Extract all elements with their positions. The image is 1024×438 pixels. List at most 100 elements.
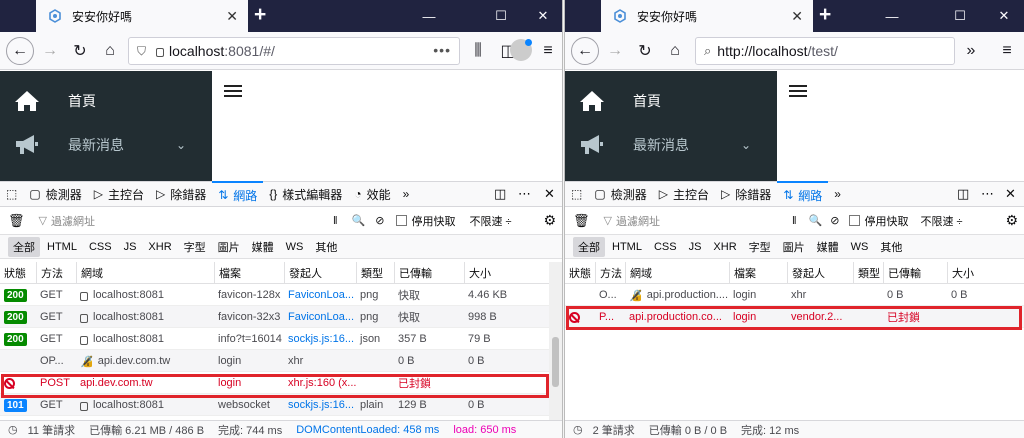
filter-button[interactable]: CSS: [84, 239, 117, 255]
page-actions-icon[interactable]: •••: [433, 42, 451, 58]
table-row[interactable]: 200 GET localhost:8081 favicon-32x3 FaviconL…: [0, 306, 562, 328]
trash-icon[interactable]: 🗑: [8, 213, 25, 229]
filter-button[interactable]: JS: [684, 239, 707, 255]
table-row[interactable]: O... 🔏 api.production.... login xhr 0 B 0 B: [565, 284, 1024, 306]
close-devtools-icon[interactable]: ✕: [544, 186, 555, 202]
browser-tab[interactable]: 安安你好嗎 ✕: [601, 0, 813, 32]
browser-tab[interactable]: 安安你好嗎 ✕: [36, 0, 248, 32]
account-avatar-icon[interactable]: [510, 39, 532, 61]
settings-gear-icon[interactable]: ⚙: [1005, 212, 1018, 229]
filter-button[interactable]: CSS: [649, 239, 682, 255]
tab-style-editor[interactable]: {} 樣式編輯器: [263, 181, 348, 207]
element-picker-icon[interactable]: ⬚: [565, 181, 588, 207]
settings-gear-icon[interactable]: ⚙: [543, 212, 556, 229]
tab-inspector[interactable]: ▢ 檢測器: [23, 181, 87, 207]
sidebar-item-news[interactable]: 最新消息 ⌄: [0, 123, 212, 167]
filter-button[interactable]: 字型: [744, 237, 776, 257]
column-header[interactable]: 發起人: [284, 262, 356, 284]
tab-console[interactable]: ▷ 主控台: [653, 181, 715, 207]
tab-network[interactable]: ⇅ 網路: [777, 181, 829, 207]
maximize-icon[interactable]: ☐: [937, 0, 983, 32]
table-row[interactable]: OP... 🔏 api.dev.com.tw login xhr 0 B 0 B: [0, 350, 562, 372]
options-icon[interactable]: ⋯: [518, 186, 531, 202]
tab-debugger[interactable]: ▷ 除錯器: [150, 181, 212, 207]
filter-button[interactable]: XHR: [708, 239, 741, 255]
filter-button[interactable]: WS: [281, 239, 309, 255]
element-picker-icon[interactable]: ⬚: [0, 181, 23, 207]
scrollbar-thumb[interactable]: [552, 337, 559, 387]
column-header[interactable]: 狀態: [565, 262, 595, 284]
filter-button[interactable]: 圖片: [778, 237, 810, 257]
column-header[interactable]: 檔案: [729, 262, 787, 284]
filter-button[interactable]: JS: [119, 239, 142, 255]
block-icon[interactable]: ⊘: [375, 214, 384, 227]
column-header[interactable]: 檔案: [214, 262, 284, 284]
pause-icon[interactable]: ‖: [333, 215, 338, 227]
filter-button[interactable]: 圖片: [213, 237, 245, 257]
filter-button[interactable]: WS: [846, 239, 874, 255]
filter-button[interactable]: 媒體: [812, 237, 844, 257]
column-header[interactable]: 已傳輸: [883, 262, 947, 284]
pause-icon[interactable]: ‖: [792, 215, 797, 227]
more-tabs-icon[interactable]: »: [397, 181, 416, 207]
page-info-icon[interactable]: [156, 47, 165, 57]
forward-arrow-icon[interactable]: →: [36, 37, 64, 65]
column-header[interactable]: 類型: [853, 262, 883, 284]
hamburger-menu-icon[interactable]: [789, 85, 807, 99]
new-tab-icon[interactable]: +: [254, 3, 266, 27]
column-header[interactable]: 發起人: [787, 262, 853, 284]
hamburger-menu-icon[interactable]: [224, 85, 242, 99]
menu-icon[interactable]: ≡: [993, 37, 1021, 65]
filter-button[interactable]: 全部: [573, 236, 605, 257]
tab-close-icon[interactable]: ✕: [226, 8, 238, 25]
home-icon[interactable]: ⌂: [661, 37, 689, 65]
tab-inspector[interactable]: ▢ 檢測器: [588, 181, 652, 207]
tab-debugger[interactable]: ▷ 除錯器: [715, 181, 777, 207]
reload-icon[interactable]: ↻: [631, 37, 659, 65]
scrollbar[interactable]: [549, 262, 562, 420]
column-header[interactable]: 網域: [625, 262, 729, 284]
column-header[interactable]: 已傳輸: [394, 262, 464, 284]
tab-network[interactable]: ⇅ 網路: [212, 181, 264, 207]
column-header[interactable]: 方法: [36, 262, 76, 284]
block-icon[interactable]: ⊘: [830, 214, 839, 227]
column-header[interactable]: 狀態: [0, 262, 36, 284]
new-tab-icon[interactable]: +: [819, 3, 831, 27]
throttle-select[interactable]: 不限速 ÷: [469, 213, 511, 229]
tab-console[interactable]: ▷ 主控台: [88, 181, 150, 207]
home-icon[interactable]: ⌂: [96, 37, 124, 65]
close-devtools-icon[interactable]: ✕: [1005, 186, 1016, 202]
minimize-icon[interactable]: —: [406, 0, 452, 32]
filter-button[interactable]: 其他: [875, 237, 907, 257]
filter-button[interactable]: 字型: [179, 237, 211, 257]
column-header[interactable]: 網域: [76, 262, 214, 284]
filter-button[interactable]: HTML: [607, 239, 647, 255]
filter-button[interactable]: XHR: [143, 239, 176, 255]
options-icon[interactable]: ⋯: [981, 186, 994, 202]
search-icon[interactable]: 🔍: [352, 214, 366, 227]
table-row[interactable]: POST api.dev.com.tw login xhr.js:160 (x... 已…: [0, 372, 562, 394]
more-tabs-icon[interactable]: »: [828, 181, 847, 207]
minimize-icon[interactable]: —: [869, 0, 915, 32]
sidebar-item-news[interactable]: 最新消息 ⌄: [565, 123, 777, 167]
forward-arrow-icon[interactable]: →: [601, 37, 629, 65]
tab-close-icon[interactable]: ✕: [791, 8, 803, 25]
window-close-icon[interactable]: ✕: [981, 0, 1024, 32]
table-row[interactable]: P... api.production.co... login vendor.2...…: [565, 306, 1024, 328]
sidebar-item-home[interactable]: 首頁: [565, 79, 777, 123]
menu-icon[interactable]: ≡: [534, 37, 562, 65]
filter-input[interactable]: 過濾網址: [51, 213, 327, 229]
overflow-menu-icon[interactable]: »: [957, 37, 985, 65]
tab-performance[interactable]: ◔ 效能: [348, 181, 396, 207]
window-close-icon[interactable]: ✕: [520, 0, 562, 32]
dock-icon[interactable]: ◫: [957, 186, 969, 202]
url-bar[interactable]: ⌕ http://localhost/test/: [695, 37, 955, 65]
sidebar-item-home[interactable]: 首頁: [0, 79, 212, 123]
throttle-select[interactable]: 不限速 ÷: [920, 213, 962, 229]
search-icon[interactable]: 🔍: [809, 214, 823, 227]
filter-button[interactable]: 全部: [8, 236, 40, 257]
table-row[interactable]: 200 GET localhost:8081 info?t=16014 sockjs.j…: [0, 328, 562, 350]
table-row[interactable]: 101 GET localhost:8081 websocket sockjs.js:1…: [0, 394, 562, 416]
filter-button[interactable]: HTML: [42, 239, 82, 255]
filter-button[interactable]: 媒體: [247, 237, 279, 257]
